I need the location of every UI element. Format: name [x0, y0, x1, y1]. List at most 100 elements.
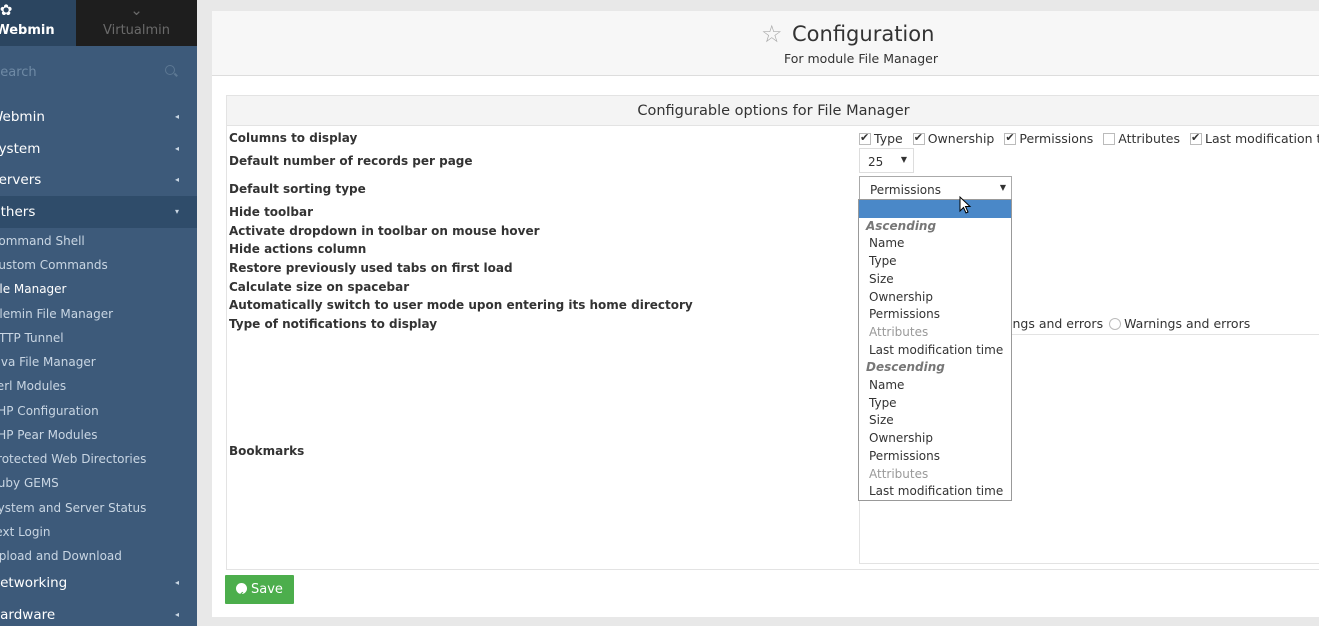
tab-virtualmin-label: Virtualmin — [103, 23, 170, 38]
sidebar-category-system[interactable]: System ◂ — [0, 133, 197, 165]
checkbox-type[interactable] — [859, 131, 871, 145]
sidebar-item-perl-modules[interactable]: Perl Modules — [0, 379, 66, 393]
checkbox-label: Type — [874, 131, 903, 146]
notification-option-label: Warnings and errors — [1124, 316, 1251, 331]
sidebar-category-hardware[interactable]: Hardware ◂ — [0, 599, 197, 626]
sidebar-category-webmin[interactable]: Webmin ◂ — [0, 101, 197, 133]
radio-warnings-errors[interactable] — [1109, 318, 1122, 330]
dropdown-group-ascending: Ascending — [866, 218, 937, 233]
records-value: 25 — [868, 155, 884, 169]
dropdown-option-asc-size[interactable]: Size — [859, 271, 1011, 289]
search-icon[interactable] — [165, 65, 175, 75]
label-hide-toolbar: Hide toolbar — [229, 205, 314, 219]
caret-left-icon: ◂ — [174, 578, 179, 587]
save-label: Save — [251, 582, 283, 597]
save-button[interactable]: Save — [225, 575, 294, 609]
checkbox-last-modification[interactable] — [1189, 131, 1202, 145]
sidebar-item-protected-web-directories[interactable]: Protected Web Directories — [0, 452, 146, 466]
mouse-cursor-icon — [959, 195, 972, 214]
dropdown-option-desc-last-modification[interactable]: Last modification time — [859, 483, 1011, 501]
sorting-dropdown-list: Ascending Name Type Size Ownership Permi… — [858, 199, 1012, 501]
checkbox-permissions[interactable] — [1004, 131, 1017, 145]
tab-virtualmin[interactable]: ⌄ Virtualmin — [76, 0, 197, 46]
columns-checkboxes: Type Ownership Permissions Attributes La… — [859, 131, 1319, 146]
category-label: Servers — [0, 172, 42, 188]
sidebar-category-others[interactable]: Others ▾ — [0, 196, 197, 228]
label-restore-tabs: Restore previously used tabs on first lo… — [229, 261, 513, 275]
notifications-options: ings and errors Warnings and errors — [1009, 316, 1250, 331]
dropdown-option-asc-ownership[interactable]: Ownership — [859, 289, 1011, 307]
label-records-per-page: Default number of records per page — [229, 154, 473, 168]
sidebar-search[interactable]: Search — [0, 56, 197, 88]
sidebar-item-command-shell[interactable]: Command Shell — [0, 234, 85, 248]
sidebar-item-text-login[interactable]: Text Login — [0, 525, 50, 539]
label-notifications: Type of notifications to display — [229, 317, 438, 331]
tab-webmin-label: Webmin — [0, 23, 55, 38]
checkbox-label: Attributes — [1118, 131, 1180, 146]
checkbox-label: Permissions — [1019, 131, 1094, 146]
sidebar-item-http-tunnel[interactable]: HTTP Tunnel — [0, 331, 64, 345]
checkbox-label: Ownership — [927, 131, 995, 146]
dropdown-option-blank[interactable] — [859, 200, 1011, 218]
dropdown-option-desc-permissions[interactable]: Permissions — [859, 448, 1011, 466]
sidebar-category-networking[interactable]: Networking ◂ — [0, 567, 197, 599]
sorting-value: Permissions — [870, 183, 941, 197]
top-strip — [212, 0, 1319, 11]
sidebar-item-custom-commands[interactable]: Custom Commands — [0, 258, 108, 272]
dropdown-option-desc-name[interactable]: Name — [859, 377, 1011, 395]
category-label: Hardware — [0, 607, 56, 623]
notification-option-partial: ings and errors — [1009, 316, 1104, 331]
dropdown-option-desc-type[interactable]: Type — [859, 395, 1011, 413]
checkbox-ownership[interactable] — [912, 131, 925, 145]
sidebar-item-system-server-status[interactable]: System and Server Status — [0, 501, 146, 515]
sidebar-item-upload-download[interactable]: Upload and Download — [0, 549, 122, 563]
dropdown-option-desc-size[interactable]: Size — [859, 412, 1011, 430]
check-circle-icon — [236, 580, 247, 609]
dropdown-option-desc-ownership[interactable]: Ownership — [859, 430, 1011, 448]
dropdown-option-asc-last-modification[interactable]: Last modification time — [859, 342, 1011, 360]
page-header: ☆ Configuration For module File Manager — [212, 11, 1319, 76]
checkbox-attributes[interactable] — [1103, 133, 1116, 145]
sorting-type-select[interactable]: Permissions ▼ — [859, 176, 1012, 201]
config-panel: Configurable options for File Manager Co… — [226, 95, 1319, 570]
tab-webmin[interactable]: ✿ Webmin — [0, 0, 76, 46]
panel-title: Configurable options for File Manager — [227, 96, 1319, 126]
category-label: System — [0, 141, 41, 157]
sidebar-category-servers[interactable]: Servers ◂ — [0, 164, 197, 196]
main-content: ☆ Configuration For module File Manager … — [212, 11, 1319, 617]
page-title: Configuration — [792, 22, 935, 46]
sidebar-item-php-pear-modules[interactable]: PHP Pear Modules — [0, 428, 98, 442]
label-hide-actions: Hide actions column — [229, 242, 367, 256]
search-placeholder: Search — [0, 65, 37, 80]
sidebar: ✿ Webmin ⌄ Virtualmin Search Webmin ◂ Sys… — [0, 0, 197, 626]
dropdown-group-descending: Descending — [866, 360, 945, 375]
label-calc-size: Calculate size on spacebar — [229, 280, 410, 294]
sidebar-item-filemin-file-manager[interactable]: Filemin File Manager — [0, 307, 113, 321]
category-label: Webmin — [0, 109, 45, 125]
sidebar-item-file-manager[interactable]: File Manager — [0, 282, 67, 296]
records-per-page-select[interactable]: 25 ▼ — [859, 148, 914, 173]
star-icon[interactable]: ☆ — [761, 20, 783, 48]
dropdown-option-asc-type[interactable]: Type — [859, 253, 1011, 271]
label-sorting-type: Default sorting type — [229, 182, 366, 196]
label-activate-dropdown: Activate dropdown in toolbar on mouse ho… — [229, 224, 540, 238]
caret-left-icon: ◂ — [174, 144, 179, 153]
caret-down-icon: ▾ — [174, 207, 179, 216]
caret-left-icon: ◂ — [174, 175, 179, 184]
caret-down-icon: ▼ — [900, 155, 907, 164]
chevron-down-icon: ⌄ — [130, 1, 143, 19]
sidebar-item-java-file-manager[interactable]: Java File Manager — [0, 355, 96, 369]
dropdown-option-asc-permissions[interactable]: Permissions — [859, 306, 1011, 324]
caret-down-icon: ▼ — [999, 183, 1006, 192]
sidebar-item-php-configuration[interactable]: PHP Configuration — [0, 404, 99, 418]
dropdown-option-asc-name[interactable]: Name — [859, 235, 1011, 253]
caret-left-icon: ◂ — [174, 112, 179, 121]
caret-left-icon: ◂ — [174, 610, 179, 619]
label-auto-switch: Automatically switch to user mode upon e… — [229, 298, 693, 312]
page-subtitle: For module File Manager — [784, 51, 939, 66]
category-label: Networking — [0, 575, 68, 591]
label-bookmarks: Bookmarks — [229, 444, 305, 458]
sidebar-item-ruby-gems[interactable]: Ruby GEMS — [0, 476, 59, 490]
dropdown-option-asc-attributes: Attributes — [869, 324, 929, 339]
checkbox-label: Last modification time — [1204, 131, 1319, 146]
